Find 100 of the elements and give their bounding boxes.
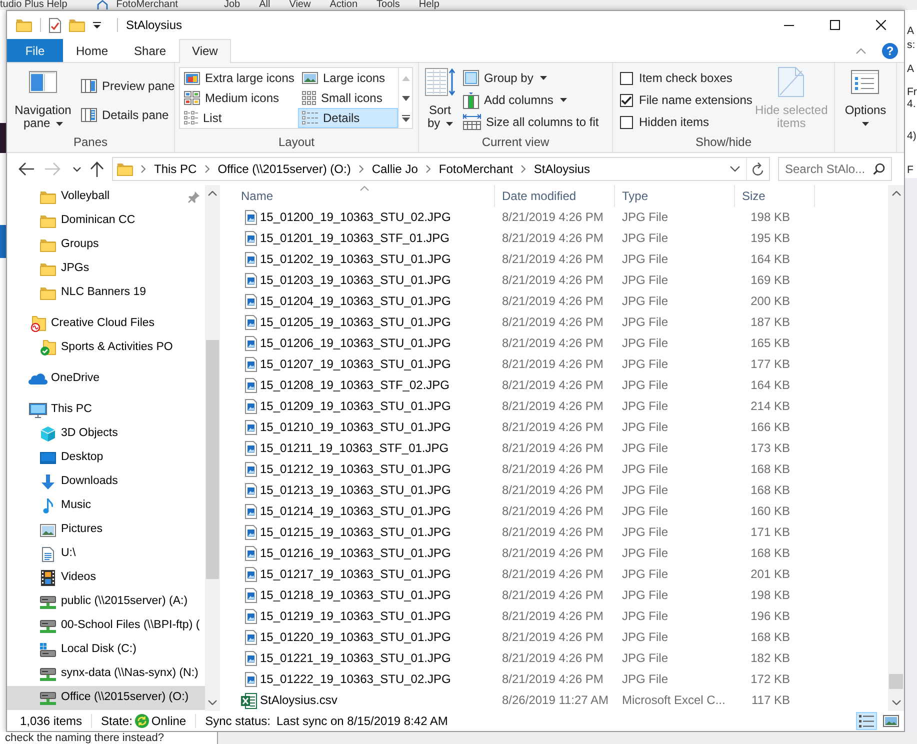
file-name[interactable]: 15_01215_19_10363_STU_01.JPG	[260, 525, 451, 540]
file-name[interactable]: 15_01204_19_10363_STU_01.JPG	[260, 294, 451, 309]
layout-option[interactable]: Details	[298, 108, 398, 128]
file-name[interactable]: 15_01222_19_10363_STU_02.JPG	[260, 672, 451, 687]
file-name[interactable]: 15_01208_19_10363_STF_02.JPG	[260, 378, 450, 393]
checkbox[interactable]	[620, 94, 633, 106]
chevron-right-icon[interactable]	[358, 165, 364, 173]
search-box[interactable]: Search StAlo...	[778, 157, 892, 181]
sidebar-item[interactable]: Local Disk (C:)	[39, 638, 140, 662]
menu-item[interactable]: View	[289, 0, 311, 10]
scroll-down-icon[interactable]	[892, 700, 900, 705]
chevron-down-icon[interactable]	[730, 166, 740, 172]
file-name[interactable]: 15_01214_19_10363_STU_01.JPG	[260, 504, 451, 519]
close-icon[interactable]	[876, 20, 886, 30]
caret-icon[interactable]	[93, 22, 101, 28]
search-field[interactable]: Search StAlo...	[785, 162, 873, 176]
file-name[interactable]: 15_01202_19_10363_STU_01.JPG	[260, 252, 451, 267]
file-name[interactable]: 15_01205_19_10363_STU_01.JPG	[260, 315, 451, 330]
options-button[interactable]: Options	[844, 67, 886, 152]
scroll-up-icon[interactable]	[208, 191, 217, 196]
scrollbar-thumb[interactable]	[889, 674, 903, 689]
chevron-up-icon[interactable]	[856, 48, 866, 54]
scroll-down-icon[interactable]	[208, 700, 217, 705]
file-name[interactable]: StAloysius.csv	[260, 693, 338, 708]
sidebar-item[interactable]: 3D Objects	[39, 422, 122, 446]
sidebar-item[interactable]: OneDrive	[29, 367, 104, 391]
breadcrumb-item[interactable]: FotoMerchant	[438, 162, 513, 176]
sort-by-button[interactable]: Sort by	[423, 67, 457, 133]
minimize-icon[interactable]	[784, 24, 794, 26]
column-header[interactable]: Name	[220, 185, 495, 207]
layout-option[interactable]: Medium icons	[180, 88, 298, 108]
sidebar-item[interactable]: Videos	[39, 566, 100, 590]
file-name[interactable]: 15_01217_19_10363_STU_01.JPG	[260, 567, 451, 582]
menu-item[interactable]: All	[259, 0, 270, 10]
sidebar-item[interactable]: Pictures	[39, 518, 107, 542]
sidebar-item[interactable]: public (\\2015server) (A:)	[39, 590, 192, 614]
file-name[interactable]: 15_01200_19_10363_STU_02.JPG	[260, 210, 451, 225]
menu-item[interactable]: Action	[330, 0, 358, 10]
preview-pane-button[interactable]: Preview pane	[81, 78, 175, 94]
checked-document-icon[interactable]	[49, 18, 61, 32]
up-arrow-icon[interactable]	[90, 161, 104, 177]
sidebar-item[interactable]: Volleyball	[39, 185, 114, 209]
sidebar-item[interactable]: Desktop	[39, 446, 108, 470]
sidebar-item[interactable]: Creative Cloud Files	[29, 312, 159, 336]
layout-option[interactable]: Small icons	[298, 88, 398, 108]
size-columns-button[interactable]: Size all columns to fit	[463, 111, 599, 133]
add-columns-button[interactable]: Add columns	[463, 89, 599, 111]
navigation-pane-button[interactable]: Navigation pane	[11, 67, 75, 133]
chevron-right-icon[interactable]	[141, 165, 146, 173]
file-name[interactable]: 15_01216_19_10363_STU_01.JPG	[260, 546, 451, 561]
sidebar-item[interactable]: 00-School Files (\\BPI-ftp) (	[39, 614, 204, 638]
checkbox[interactable]	[620, 72, 633, 84]
refresh-icon[interactable]	[752, 162, 764, 176]
file-name[interactable]: 15_01213_19_10363_STU_01.JPG	[260, 483, 451, 498]
scrollbar[interactable]	[888, 185, 904, 711]
file-name[interactable]: 15_01210_19_10363_STU_01.JPG	[260, 420, 451, 435]
ribbon-tab[interactable]: Home	[63, 39, 122, 62]
ribbon-tab[interactable]: Share	[121, 39, 180, 62]
file-name[interactable]: 15_01203_19_10363_STU_01.JPG	[260, 273, 451, 288]
back-arrow-icon[interactable]	[18, 162, 34, 176]
address-bar[interactable]: This PC Office (\\2015server) (O:) Callie Jo FotoMerchant StAloysius	[112, 157, 770, 181]
checkbox-label[interactable]: File name extensions	[639, 92, 752, 108]
file-name[interactable]: 15_01201_19_10363_STF_01.JPG	[260, 231, 450, 246]
layout-option[interactable]: Extra large icons	[180, 68, 298, 88]
layout-option[interactable]: Large icons	[298, 68, 398, 88]
scrollbar[interactable]	[205, 185, 220, 711]
sidebar-item[interactable]: Dominican CC	[39, 209, 140, 233]
column-header[interactable]: Type	[615, 185, 735, 207]
menu-item[interactable]: Job	[224, 0, 240, 10]
chevron-right-icon[interactable]	[426, 165, 431, 173]
sidebar-item[interactable]: Downloads	[39, 470, 122, 494]
file-name[interactable]: 15_01220_19_10363_STU_01.JPG	[260, 630, 451, 645]
file-name[interactable]: 15_01219_19_10363_STU_01.JPG	[260, 609, 451, 624]
column-header[interactable]: Size	[735, 185, 815, 207]
view-button[interactable]	[856, 712, 877, 730]
scrollbar-thumb[interactable]	[206, 340, 219, 579]
sidebar-item[interactable]: Groups	[39, 233, 103, 257]
menu-item[interactable]: Tools	[376, 0, 400, 10]
file-name[interactable]: 15_01218_19_10363_STU_01.JPG	[260, 588, 451, 603]
sidebar-item[interactable]: Office (\\2015server) (O:)	[7, 686, 205, 710]
group-by-button[interactable]: Group by	[463, 67, 599, 89]
checkbox-label[interactable]: Item check boxes	[639, 70, 732, 86]
breadcrumb-item[interactable]: StAloysius	[534, 162, 590, 176]
breadcrumb-item[interactable]: Office (\\2015server) (O:)	[218, 162, 351, 176]
search-icon[interactable]	[873, 163, 885, 175]
file-name[interactable]: 15_01212_19_10363_STU_01.JPG	[260, 462, 451, 477]
chevron-down-icon[interactable]	[73, 166, 81, 172]
breadcrumb-item[interactable]: Callie Jo	[372, 162, 418, 176]
view-button[interactable]	[880, 712, 901, 730]
file-name[interactable]: 15_01211_19_10363_STF_01.JPG	[260, 441, 449, 456]
ribbon-tab[interactable]: File	[7, 39, 63, 62]
maximize-icon[interactable]	[830, 20, 840, 30]
breadcrumb-item[interactable]: This PC	[154, 162, 197, 176]
sidebar-item[interactable]: Sports & Activities PO	[39, 336, 177, 360]
sidebar-item[interactable]: JPGs	[39, 257, 94, 281]
file-name[interactable]: 15_01209_19_10363_STU_01.JPG	[260, 399, 451, 414]
sidebar-item[interactable]: NLC Banners 19	[39, 281, 150, 305]
expand-arrow-icon[interactable]	[402, 114, 410, 122]
file-name[interactable]: 15_01221_19_10363_STU_01.JPG	[260, 651, 451, 666]
triangle-down-icon[interactable]	[402, 96, 410, 100]
